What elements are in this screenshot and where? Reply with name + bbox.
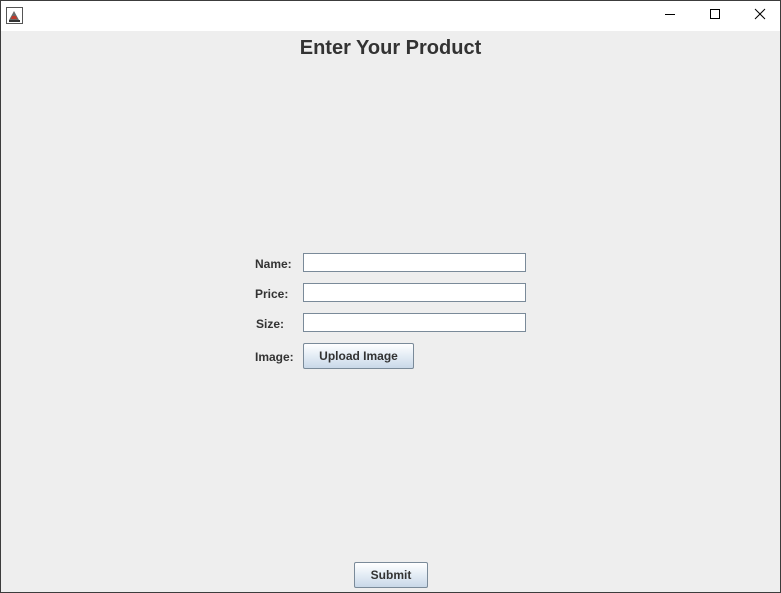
- java-app-icon: [6, 7, 23, 24]
- image-label: Image:: [255, 350, 294, 364]
- minimize-button[interactable]: [647, 1, 693, 31]
- size-label: Size:: [256, 317, 285, 331]
- page-title: Enter Your Product: [299, 37, 482, 59]
- upload-image-button[interactable]: Upload Image: [303, 343, 414, 369]
- minimize-icon: [664, 7, 676, 25]
- close-button[interactable]: [737, 1, 780, 31]
- submit-button[interactable]: Submit: [354, 562, 428, 588]
- maximize-button[interactable]: [692, 1, 738, 31]
- price-label: Price:: [255, 287, 289, 301]
- maximize-icon: [709, 7, 721, 25]
- name-field[interactable]: [303, 253, 526, 272]
- title-bar[interactable]: [1, 1, 780, 31]
- size-field[interactable]: [303, 313, 526, 332]
- name-label: Name:: [255, 257, 292, 271]
- close-icon: [754, 7, 766, 25]
- price-field[interactable]: [303, 283, 526, 302]
- app-window: Enter Your Product Name: Price: Size: Im…: [0, 0, 781, 593]
